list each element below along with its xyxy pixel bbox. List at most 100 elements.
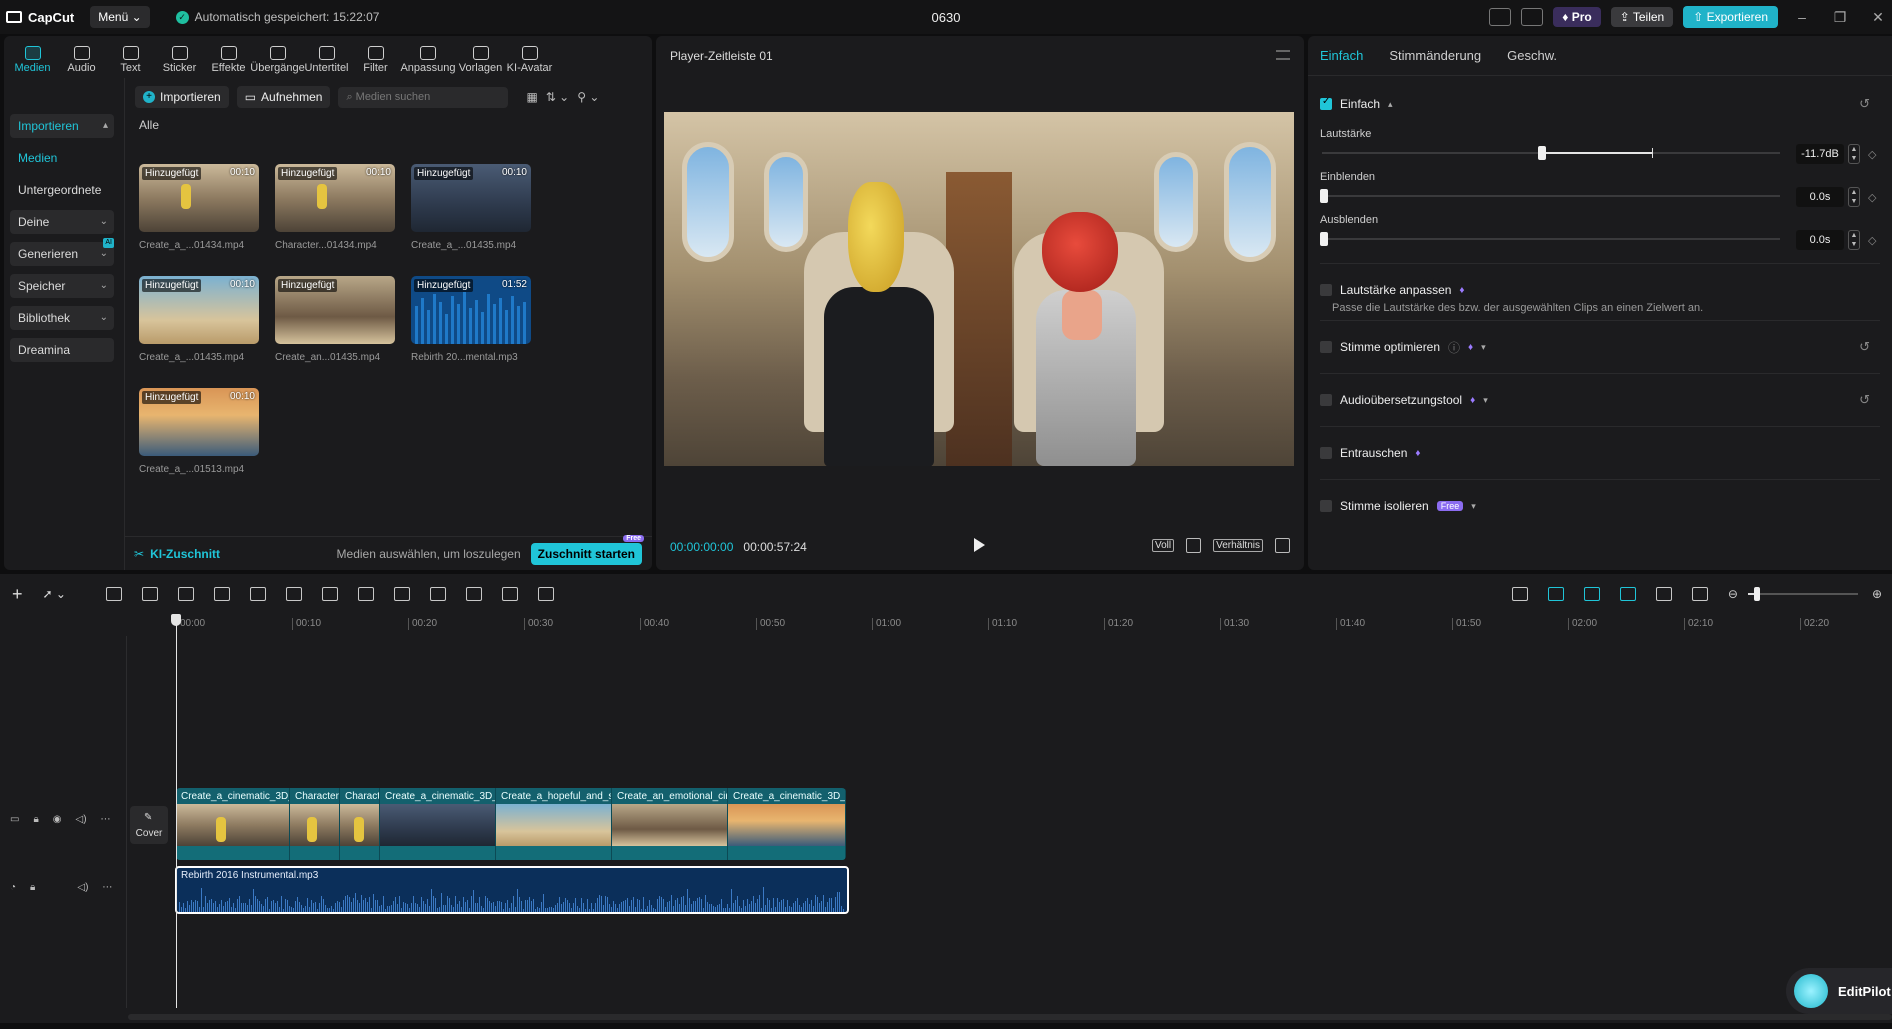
tab-speed[interactable]: Geschw. bbox=[1507, 48, 1557, 63]
snap-icon[interactable] bbox=[1655, 587, 1672, 601]
remove-bg-icon[interactable] bbox=[465, 587, 482, 601]
lock-icon[interactable]: 🔒︎ bbox=[33, 814, 38, 825]
lock-icon[interactable]: 🔒︎ bbox=[30, 882, 35, 893]
fadeout-slider-knob[interactable] bbox=[1320, 232, 1328, 246]
export-button[interactable]: ⇧ Exportieren bbox=[1683, 6, 1778, 28]
video-clip[interactable]: Character bbox=[290, 788, 340, 860]
fadeout-slider[interactable] bbox=[1320, 232, 1780, 246]
undo-icon[interactable] bbox=[105, 587, 122, 601]
maximize-icon[interactable]: ❐ bbox=[1826, 9, 1854, 26]
start-cut-button[interactable]: Zuschnitt starten Free bbox=[530, 534, 644, 565]
nav-dreamina[interactable]: Dreamina bbox=[10, 338, 114, 362]
tool-filter[interactable]: Filter bbox=[351, 46, 400, 78]
speaker-icon[interactable]: ◁) bbox=[77, 882, 88, 893]
full-quality-button[interactable]: Voll bbox=[1151, 539, 1175, 552]
split-right-icon[interactable] bbox=[249, 587, 266, 601]
nav-library[interactable]: Bibliothek ⌄ bbox=[10, 306, 114, 330]
fadein-slider[interactable] bbox=[1320, 189, 1780, 203]
volume-stepper[interactable]: ▲ ▼ bbox=[1848, 144, 1860, 164]
playhead[interactable] bbox=[171, 614, 181, 1008]
filter-icon[interactable]: ⚲ ⌄ bbox=[577, 90, 599, 104]
sort-icon[interactable]: ⇅ ⌄ bbox=[546, 90, 569, 104]
microphone-icon[interactable] bbox=[1511, 587, 1528, 601]
nav-media[interactable]: Medien bbox=[10, 146, 114, 170]
tool-text[interactable]: Text bbox=[106, 46, 155, 78]
audio-clip[interactable]: Rebirth 2016 Instrumental.mp3 bbox=[175, 866, 849, 914]
select-tool-icon[interactable]: ➚ ⌄ bbox=[43, 587, 66, 601]
enhance-voice-checkbox[interactable] bbox=[1320, 341, 1332, 353]
ai-tool-icon[interactable] bbox=[537, 587, 554, 601]
video-clip[interactable]: Create_an_emotional_cir bbox=[612, 788, 728, 860]
media-item[interactable]: Hinzugefügt 00:10 Character...01434.mp4 bbox=[275, 164, 395, 251]
link-icon[interactable] bbox=[1583, 587, 1600, 601]
time-ruler[interactable]: 00:00 00:10 00:20 00:30 00:40 00:50 01:0… bbox=[176, 614, 1892, 636]
minimize-icon[interactable]: – bbox=[1788, 9, 1816, 25]
normalize-checkbox[interactable] bbox=[1320, 284, 1332, 296]
translate-checkbox[interactable] bbox=[1320, 394, 1332, 406]
timeline-scrollbar[interactable] bbox=[128, 1014, 1892, 1020]
add-track-icon[interactable]: + bbox=[12, 584, 23, 605]
volume-value[interactable]: -11.7dB bbox=[1796, 144, 1844, 164]
media-item[interactable]: Hinzugefügt 00:10 Create_a_...01513.mp4 bbox=[139, 388, 259, 475]
keyframe-icon[interactable]: ◇ bbox=[1868, 234, 1876, 247]
keyframe-icon[interactable]: ◇ bbox=[1868, 191, 1876, 204]
fadeout-stepper[interactable]: ▲ ▼ bbox=[1848, 230, 1860, 250]
shortcuts-icon[interactable] bbox=[1521, 8, 1544, 26]
pro-button[interactable]: ♦ Pro bbox=[1553, 7, 1601, 27]
close-icon[interactable]: ✕ bbox=[1864, 9, 1892, 26]
tool-adjust[interactable]: Anpassung bbox=[400, 46, 456, 78]
video-clip[interactable]: Charact bbox=[340, 788, 380, 860]
preview-axis-icon[interactable] bbox=[1619, 587, 1636, 601]
fadein-slider-knob[interactable] bbox=[1320, 189, 1328, 203]
media-item-audio[interactable]: Hinzugefügt 01:52 Rebirth 20...mental.mp3 bbox=[411, 276, 531, 363]
video-clip[interactable]: Create_a_cinematic_3D_ bbox=[380, 788, 496, 860]
ratio-button[interactable]: Verhältnis bbox=[1213, 539, 1263, 552]
zoom-in-icon[interactable]: ⊕ bbox=[1872, 587, 1882, 601]
editpilot-button[interactable]: EditPilot bbox=[1786, 968, 1892, 1014]
split-left-icon[interactable] bbox=[213, 587, 230, 601]
media-item[interactable]: Hinzugefügt 00:10 Create_a_...01435.mp4 bbox=[411, 164, 531, 251]
video-clip[interactable]: Create_a_cinematic_3D_ bbox=[176, 788, 290, 860]
nav-storage[interactable]: Speicher ⌄ bbox=[10, 274, 114, 298]
view-toggle-icon[interactable]: ▦ bbox=[526, 90, 537, 104]
cover-button[interactable]: ✎ Cover bbox=[130, 806, 168, 844]
video-clip[interactable]: Create_a_cinematic_3D_ bbox=[728, 788, 846, 860]
menu-icon[interactable] bbox=[1276, 50, 1290, 60]
zoom-slider-knob[interactable] bbox=[1753, 587, 1760, 601]
layout-icon[interactable] bbox=[1489, 8, 1512, 26]
tool-media[interactable]: Medien bbox=[8, 46, 57, 78]
nav-sub[interactable]: Untergeordnete ... bbox=[10, 178, 114, 221]
play-icon[interactable] bbox=[974, 538, 985, 552]
record-button[interactable]: ▭ Aufnehmen bbox=[236, 86, 331, 108]
reset-icon[interactable]: ↺ bbox=[1859, 392, 1870, 408]
video-clip[interactable]: Create_a_hopeful_and_s bbox=[496, 788, 612, 860]
video-preview[interactable] bbox=[664, 112, 1294, 466]
mask-icon[interactable] bbox=[393, 587, 410, 601]
nav-generate[interactable]: Generieren AI ⌄ bbox=[10, 238, 114, 266]
tool-subtitles[interactable]: Untertitel bbox=[302, 46, 351, 78]
zoom-out-icon[interactable]: ⊖ bbox=[1728, 587, 1738, 601]
tool-templates[interactable]: Vorlagen bbox=[456, 46, 505, 78]
zoom-fit-icon[interactable] bbox=[1186, 538, 1202, 553]
tool-ai-avatar[interactable]: KI-Avatar bbox=[505, 46, 554, 78]
basic-checkbox[interactable] bbox=[1320, 96, 1332, 110]
tool-transitions[interactable]: Übergänge bbox=[250, 46, 305, 78]
isolate-voice-checkbox[interactable] bbox=[1320, 500, 1332, 512]
more-icon[interactable]: ⋯ bbox=[101, 814, 111, 825]
tool-sticker[interactable]: Sticker bbox=[155, 46, 204, 78]
menu-button[interactable]: Menü ⌄ bbox=[90, 6, 150, 28]
audio-wave-icon[interactable] bbox=[501, 587, 518, 601]
nav-import[interactable]: Importieren ▴ bbox=[10, 114, 114, 138]
volume-slider-knob[interactable] bbox=[1538, 146, 1546, 160]
media-item[interactable]: Hinzugefügt 00:10 Create_a_...01434.mp4 bbox=[139, 164, 259, 251]
share-button[interactable]: ⇪ Teilen bbox=[1610, 7, 1674, 27]
shield-icon[interactable] bbox=[321, 587, 338, 601]
reset-icon[interactable]: ↺ bbox=[1859, 339, 1870, 355]
media-search-input[interactable]: ⌕ Medien suchen bbox=[338, 86, 509, 108]
tool-effects[interactable]: Effekte bbox=[204, 46, 253, 78]
speed-icon[interactable] bbox=[429, 587, 446, 601]
fadeout-value[interactable]: 0.0s bbox=[1796, 230, 1844, 250]
tool-audio[interactable]: Audio bbox=[57, 46, 106, 78]
more-icon[interactable]: ⋯ bbox=[102, 882, 112, 893]
magnet-icon[interactable] bbox=[1547, 587, 1564, 601]
